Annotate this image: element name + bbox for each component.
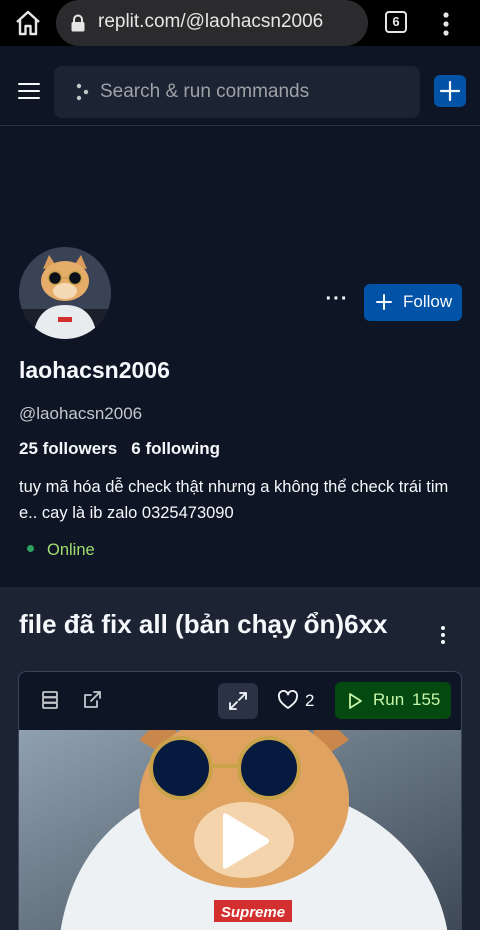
profile-more-button[interactable]: ··· — [320, 288, 354, 316]
play-icon — [347, 692, 363, 710]
run-button[interactable]: Run 155 — [335, 682, 451, 719]
follow-button[interactable]: Follow — [364, 284, 462, 321]
follow-stats: 25 followers 6 following — [19, 439, 220, 459]
repl-more-icon[interactable] — [433, 623, 453, 647]
run-label: Run — [373, 690, 405, 709]
search-input[interactable]: Search & run commands — [54, 66, 420, 118]
followers-link[interactable]: 25 followers — [19, 439, 117, 458]
run-count: 155 — [412, 690, 441, 709]
play-preview-icon[interactable] — [215, 810, 271, 872]
profile-bio: tuy mã hóa dễ check thật nhưng a không t… — [19, 478, 449, 522]
hamburger-menu-icon[interactable] — [18, 82, 40, 100]
repl-cover-image[interactable]: Supreme — [19, 730, 461, 930]
tab-switcher-button[interactable]: 6 — [385, 11, 407, 33]
open-external-icon[interactable] — [81, 689, 103, 711]
status-label: Online — [47, 541, 95, 559]
heart-icon[interactable] — [277, 689, 299, 711]
browser-menu-icon[interactable] — [436, 10, 456, 38]
avatar — [19, 247, 111, 339]
repl-title[interactable]: file đã fix all (bản chạy ổn)6xx — [19, 609, 387, 640]
repl-card[interactable]: 2 Run 155 Supreme — [18, 671, 462, 930]
repl-card-toolbar: 2 Run 155 — [19, 672, 461, 730]
database-icon[interactable] — [39, 689, 61, 711]
expand-button[interactable] — [218, 683, 258, 719]
online-status: Online — [27, 541, 95, 560]
home-icon[interactable] — [14, 9, 42, 37]
search-placeholder: Search & run commands — [100, 81, 310, 102]
url-text: replit.com/@laohacsn2006 — [98, 11, 324, 32]
address-bar[interactable]: replit.com/@laohacsn2006 — [56, 0, 368, 46]
follow-label: Follow — [403, 292, 453, 311]
like-count: 2 — [305, 691, 315, 710]
supreme-logo: Supreme — [221, 904, 285, 921]
create-repl-button[interactable] — [434, 75, 466, 107]
following-link[interactable]: 6 following — [131, 439, 220, 458]
lock-icon — [70, 14, 86, 32]
username-handle: @laohacsn2006 — [19, 404, 143, 423]
plus-icon — [376, 294, 392, 310]
status-dot-icon — [27, 545, 34, 553]
repl-section: file đã fix all (bản chạy ổn)6xx 2 Run 1… — [0, 587, 480, 930]
app-header: Search & run commands — [0, 56, 480, 126]
command-icon — [74, 82, 92, 102]
display-name: laohacsn2006 — [19, 357, 170, 383]
browser-toolbar: replit.com/@laohacsn2006 6 — [0, 0, 480, 46]
